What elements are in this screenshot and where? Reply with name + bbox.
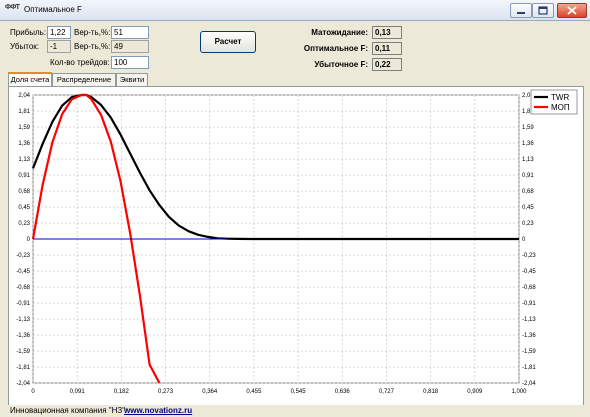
expectation-label: Матожидание: <box>311 28 368 37</box>
x-tick-label: 0 <box>31 389 35 395</box>
calculate-button[interactable]: Расчет <box>200 31 256 53</box>
optimal-f-value: 0,11 <box>372 42 402 55</box>
optimal-f-label: Оптимальное F: <box>303 44 368 53</box>
prob-win-field[interactable]: 51 <box>111 26 149 39</box>
status-bar: Инновационная компания "НЗ": www.novatio… <box>0 405 590 417</box>
x-tick-label: 0,364 <box>202 389 218 395</box>
close-button[interactable] <box>557 3 587 18</box>
app-icon: ФФТ <box>5 4 20 11</box>
y-tick-label: -0,45 <box>16 269 30 275</box>
expectation-value: 0,13 <box>372 26 402 39</box>
legend-label: МОП <box>551 103 570 112</box>
y-tick-label: 0 <box>27 237 31 243</box>
minimize-button[interactable] <box>510 3 532 18</box>
trades-label: Кол-во трейдов: <box>50 58 110 67</box>
tab-distribution[interactable]: Распределение <box>52 73 116 86</box>
y-tick-label-right: -2,04 <box>522 381 536 387</box>
profit-label: Прибыль: <box>10 28 47 37</box>
y-tick-label: 1,36 <box>18 141 30 147</box>
chart-panel: 2,04 2,04 1,81 1,81 1,59 1,59 1,36 1,36 1,13 1,13… <box>8 86 584 406</box>
profit-field[interactable]: 1,22 <box>47 26 71 39</box>
y-tick-label: -0,68 <box>16 285 30 291</box>
y-tick-label-right: 0,68 <box>522 189 534 195</box>
losing-f-value: 0,22 <box>372 58 402 71</box>
legend-label: TWR <box>551 93 569 102</box>
y-tick-label-right: -1,81 <box>522 365 536 371</box>
y-tick-label-right: -0,23 <box>522 253 536 259</box>
y-tick-label-right: -1,59 <box>522 349 536 355</box>
series-line-twr <box>31 93 519 241</box>
x-tick-label: 1,000 <box>511 389 527 395</box>
y-tick-label-right: 0 <box>522 237 526 243</box>
minimize-icon <box>517 12 525 14</box>
x-tick-label: 0,455 <box>246 389 262 395</box>
tab-equity[interactable]: Эквити <box>116 73 148 86</box>
losing-f-label: Убыточное F: <box>314 60 368 69</box>
y-tick-label: 0,45 <box>18 205 30 211</box>
y-tick-label: -1,36 <box>16 333 30 339</box>
y-tick-label: -0,91 <box>16 301 30 307</box>
y-tick-label: 0,68 <box>18 189 30 195</box>
x-tick-label: 0,727 <box>379 389 395 395</box>
y-tick-label-right: -1,36 <box>522 333 536 339</box>
y-tick-label-right: 0,91 <box>522 173 534 179</box>
maximize-icon <box>538 6 548 15</box>
y-tick-label-right: 1,13 <box>522 157 534 163</box>
x-tick-label: 0,636 <box>335 389 351 395</box>
loss-field: -1 <box>47 40 71 53</box>
prob-loss-field: 49 <box>111 40 149 53</box>
y-tick-label: 0,23 <box>18 221 30 227</box>
y-tick-label: -0,23 <box>16 253 30 259</box>
window-title: Оптимальное F <box>24 5 82 14</box>
maximize-button[interactable] <box>532 3 554 18</box>
y-tick-label: 1,59 <box>18 125 30 131</box>
y-tick-label-right: 1,36 <box>522 141 534 147</box>
company-text: Инновационная компания "НЗ": <box>10 406 128 415</box>
y-tick-label: 0,91 <box>18 173 30 179</box>
line-chart: 2,04 2,041,81 1,811,59 1,591,36 1,361,13 1,13… <box>16 89 578 395</box>
y-tick-label: 1,81 <box>18 109 30 115</box>
y-tick-label: -1,13 <box>16 317 30 323</box>
y-tick-label: 1,13 <box>18 157 30 163</box>
prob-loss-label: Вер-ть,%: <box>74 42 111 51</box>
y-tick-label-right: 0,45 <box>522 205 534 211</box>
y-tick-label-right: -0,45 <box>522 269 536 275</box>
trades-field[interactable]: 100 <box>111 56 149 69</box>
x-tick-label: 0,091 <box>70 389 86 395</box>
y-tick-label-right: 0,23 <box>522 221 534 227</box>
x-tick-label: 0,818 <box>423 389 439 395</box>
x-tick-label: 0,182 <box>114 389 130 395</box>
y-tick-label: -2,04 <box>16 381 30 387</box>
x-tick-label: 0,909 <box>467 389 483 395</box>
y-tick-label-right: -0,68 <box>522 285 536 291</box>
title-bar: ФФТ Оптимальное F <box>0 0 590 21</box>
y-tick-label-right: -1,13 <box>522 317 536 323</box>
y-tick-label: -1,59 <box>16 349 30 355</box>
prob-win-label: Вер-ть,%: <box>74 28 111 37</box>
x-tick-label: 0,545 <box>291 389 307 395</box>
close-icon <box>567 6 577 15</box>
y-tick-label: -1,81 <box>16 365 30 371</box>
y-tick-label-right: -0,91 <box>522 301 536 307</box>
y-tick-label: 2,04 <box>18 93 30 99</box>
loss-label: Убыток: <box>10 42 39 51</box>
website-link[interactable]: www.novationz.ru <box>124 406 192 415</box>
x-tick-label: 0,273 <box>158 389 174 395</box>
y-tick-label-right: 1,59 <box>522 125 534 131</box>
